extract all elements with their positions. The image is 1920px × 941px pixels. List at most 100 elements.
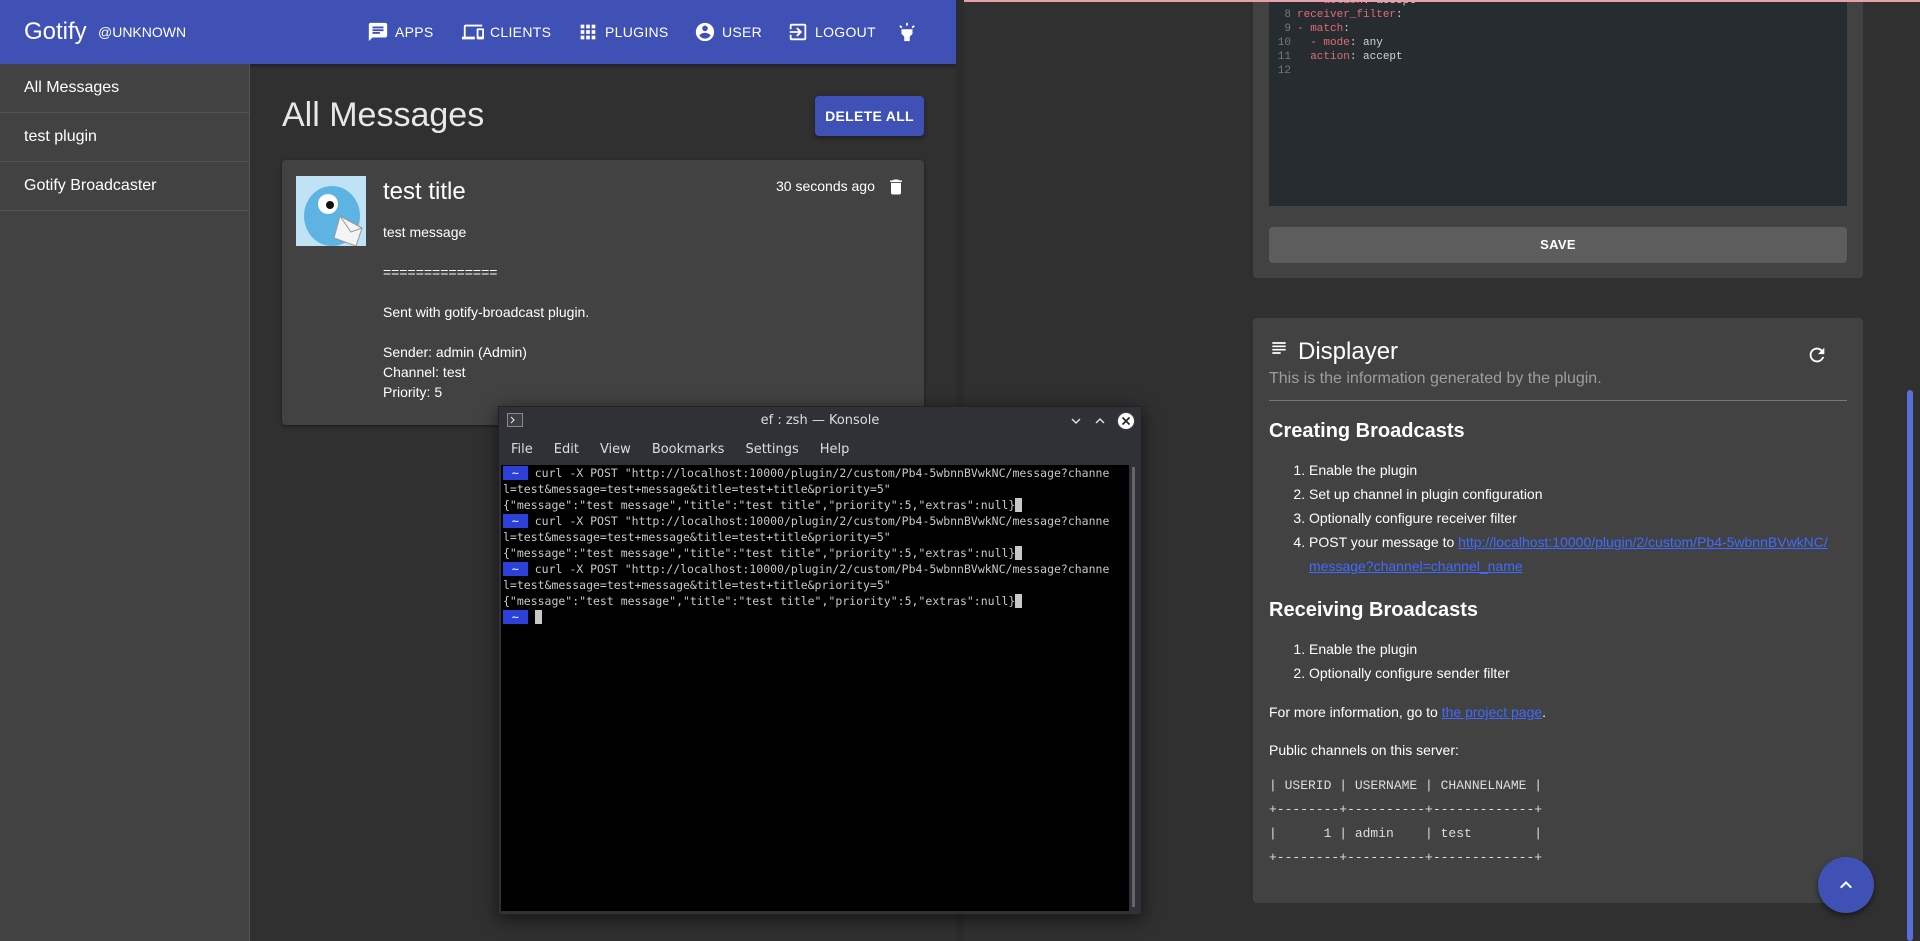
refresh-icon[interactable] bbox=[1806, 344, 1828, 366]
nav-clients-button[interactable]: CLIENTS bbox=[462, 21, 551, 43]
exit-icon bbox=[789, 23, 807, 41]
menu-settings[interactable]: Settings bbox=[745, 437, 798, 463]
terminal-text: l=test&message=test+message&title=test+t… bbox=[503, 578, 891, 592]
terminal-cursor bbox=[1015, 498, 1023, 512]
menu-help[interactable]: Help bbox=[820, 437, 850, 463]
terminal-text: curl -X POST "http://localhost:10000/plu… bbox=[534, 514, 1110, 528]
nav-logout-label: LOGOUT bbox=[815, 24, 876, 40]
code-text: action: accept bbox=[1310, 51, 1403, 63]
shell-prompt: ~ bbox=[503, 562, 528, 576]
konsole-menubar: File Edit View Bookmarks Settings Help bbox=[499, 437, 849, 463]
public-channels-label: Public channels on this server: bbox=[1269, 742, 1459, 758]
close-icon[interactable] bbox=[1116, 411, 1136, 431]
terminal-text: curl -X POST "http://localhost:10000/plu… bbox=[534, 562, 1110, 576]
terminal-line: l=test&message=test+message&title=test+t… bbox=[501, 529, 1129, 545]
terminal-text: {"message":"test message","title":"test … bbox=[503, 546, 1016, 560]
sidebar-item-all-messages[interactable]: All Messages bbox=[0, 64, 249, 113]
sidebar: All Messages test plugin Gotify Broadcas… bbox=[0, 64, 250, 941]
brand-title[interactable]: Gotify bbox=[24, 18, 87, 46]
code-line: 9 - match: bbox=[1269, 22, 1847, 36]
nav-user-button[interactable]: USER bbox=[694, 21, 762, 43]
konsole-title: ef : zsh — Konsole bbox=[760, 413, 880, 428]
displayer-subtitle: This is the information generated by the… bbox=[1269, 370, 1602, 387]
chat-icon bbox=[368, 22, 388, 42]
theme-toggle-button[interactable] bbox=[896, 21, 918, 43]
apps-grid-icon bbox=[580, 24, 596, 40]
line-number: 10 bbox=[1277, 37, 1291, 49]
list-item: Enable the plugin bbox=[1309, 637, 1510, 661]
scroll-to-top-button[interactable] bbox=[1818, 857, 1874, 913]
config-editor[interactable]: - action: accept 8 receiver_filter: 9- matc… bbox=[1269, 0, 1847, 206]
list-item: Optionally configure receiver filter bbox=[1309, 506, 1839, 530]
code-line: 12 bbox=[1269, 64, 1847, 78]
terminal-line: {"message":"test message","title":"test … bbox=[501, 545, 1129, 561]
user-badge: @UNKNOWN bbox=[98, 24, 187, 40]
devices-icon bbox=[462, 24, 484, 40]
channels-table: | USERID | USERNAME | CHANNELNAME | +---… bbox=[1269, 778, 1543, 865]
save-button[interactable]: SAVE bbox=[1269, 227, 1847, 263]
nav-user-label: USER bbox=[722, 24, 763, 40]
message-timestamp: 30 seconds ago bbox=[776, 178, 875, 194]
sidebar-item-test-plugin[interactable]: test plugin bbox=[0, 113, 249, 162]
window-edge-highlight bbox=[964, 0, 1920, 2]
line-number: 11 bbox=[1277, 51, 1291, 63]
terminal-line: {"message":"test message","title":"test … bbox=[501, 593, 1129, 609]
terminal-line: l=test&message=test+message&title=test+t… bbox=[501, 481, 1129, 497]
message-body: test message ============== Sent with go… bbox=[383, 224, 590, 400]
menu-bookmarks[interactable]: Bookmarks bbox=[652, 437, 725, 463]
nav-plugins-button[interactable]: PLUGINS bbox=[577, 21, 669, 43]
terminal-line: ~ curl -X POST "http://localhost:10000/p… bbox=[501, 465, 1129, 481]
line-number: 12 bbox=[1277, 65, 1291, 77]
displayer-card: Displayer This is the information genera… bbox=[1253, 318, 1863, 903]
nav-apps-button[interactable]: APPS bbox=[367, 21, 434, 43]
menu-edit[interactable]: Edit bbox=[554, 437, 579, 463]
nav-apps-label: APPS bbox=[395, 24, 434, 40]
nav-plugins-label: PLUGINS bbox=[605, 24, 669, 40]
project-page-link[interactable]: the project page bbox=[1442, 704, 1542, 720]
terminal-line: ~ curl -X POST "http://localhost:10000/p… bbox=[501, 513, 1129, 529]
trash-icon[interactable] bbox=[886, 176, 906, 198]
more-info-prefix: For more information, go to bbox=[1269, 704, 1442, 720]
terminal-text: l=test&message=test+message&title=test+t… bbox=[503, 530, 891, 544]
shell-prompt: ~ bbox=[503, 466, 528, 480]
konsole-window: ef : zsh — Konsole File Edit View Bookma… bbox=[498, 406, 1142, 915]
scrollbar[interactable] bbox=[1907, 390, 1913, 941]
list-item: Enable the plugin bbox=[1309, 458, 1839, 482]
shell-prompt: ~ bbox=[503, 514, 528, 528]
terminal-cursor bbox=[534, 610, 542, 624]
menu-view[interactable]: View bbox=[600, 437, 631, 463]
maximize-icon[interactable] bbox=[1093, 414, 1107, 428]
list-item: POST your message to http://localhost:10… bbox=[1309, 530, 1839, 578]
sidebar-item-gotify-broadcaster[interactable]: Gotify Broadcaster bbox=[0, 162, 249, 211]
code-line: 10 - mode: any bbox=[1269, 36, 1847, 50]
terminal-text: {"message":"test message","title":"test … bbox=[503, 594, 1016, 608]
heading-receiving-broadcasts: Receiving Broadcasts bbox=[1269, 599, 1478, 621]
terminal-text: l=test&message=test+message&title=test+t… bbox=[503, 482, 891, 496]
code-line: 8 receiver_filter: bbox=[1269, 8, 1847, 22]
line-number: 8 bbox=[1284, 9, 1291, 21]
terminal-cursor bbox=[1015, 594, 1023, 608]
app-avatar-gopher-icon bbox=[296, 176, 366, 246]
divider bbox=[1269, 400, 1847, 401]
app-bar: Gotify @UNKNOWN APPS CLIENTS PLUGINS USE… bbox=[0, 0, 956, 64]
heading-creating-broadcasts: Creating Broadcasts bbox=[1269, 420, 1465, 442]
terminal-scrollbar-thumb[interactable] bbox=[1132, 467, 1135, 907]
minimize-icon[interactable] bbox=[1069, 414, 1083, 428]
nav-logout-button[interactable]: LOGOUT bbox=[787, 21, 876, 43]
message-title: test title bbox=[383, 178, 466, 205]
terminal-text: {"message":"test message","title":"test … bbox=[503, 498, 1016, 512]
message-card: test title 30 seconds ago test message =… bbox=[282, 160, 924, 425]
code-text: - mode: any bbox=[1297, 37, 1383, 49]
terminal-output[interactable]: ~ curl -X POST "http://localhost:10000/p… bbox=[501, 465, 1129, 911]
delete-all-button[interactable]: DELETE ALL bbox=[815, 96, 924, 136]
terminal-line: ~ curl -X POST "http://localhost:10000/p… bbox=[501, 561, 1129, 577]
terminal-text: curl -X POST "http://localhost:10000/plu… bbox=[534, 466, 1110, 480]
terminal-scrollbar[interactable] bbox=[1129, 465, 1139, 911]
terminal-line: {"message":"test message","title":"test … bbox=[501, 497, 1129, 513]
post-prefix: POST your message to bbox=[1309, 534, 1459, 550]
subject-icon bbox=[1272, 342, 1286, 354]
page-title: All Messages bbox=[282, 96, 485, 134]
list-item: Set up channel in plugin configuration bbox=[1309, 482, 1839, 506]
code-line: 11 action: accept bbox=[1269, 50, 1847, 64]
menu-file[interactable]: File bbox=[511, 437, 533, 463]
